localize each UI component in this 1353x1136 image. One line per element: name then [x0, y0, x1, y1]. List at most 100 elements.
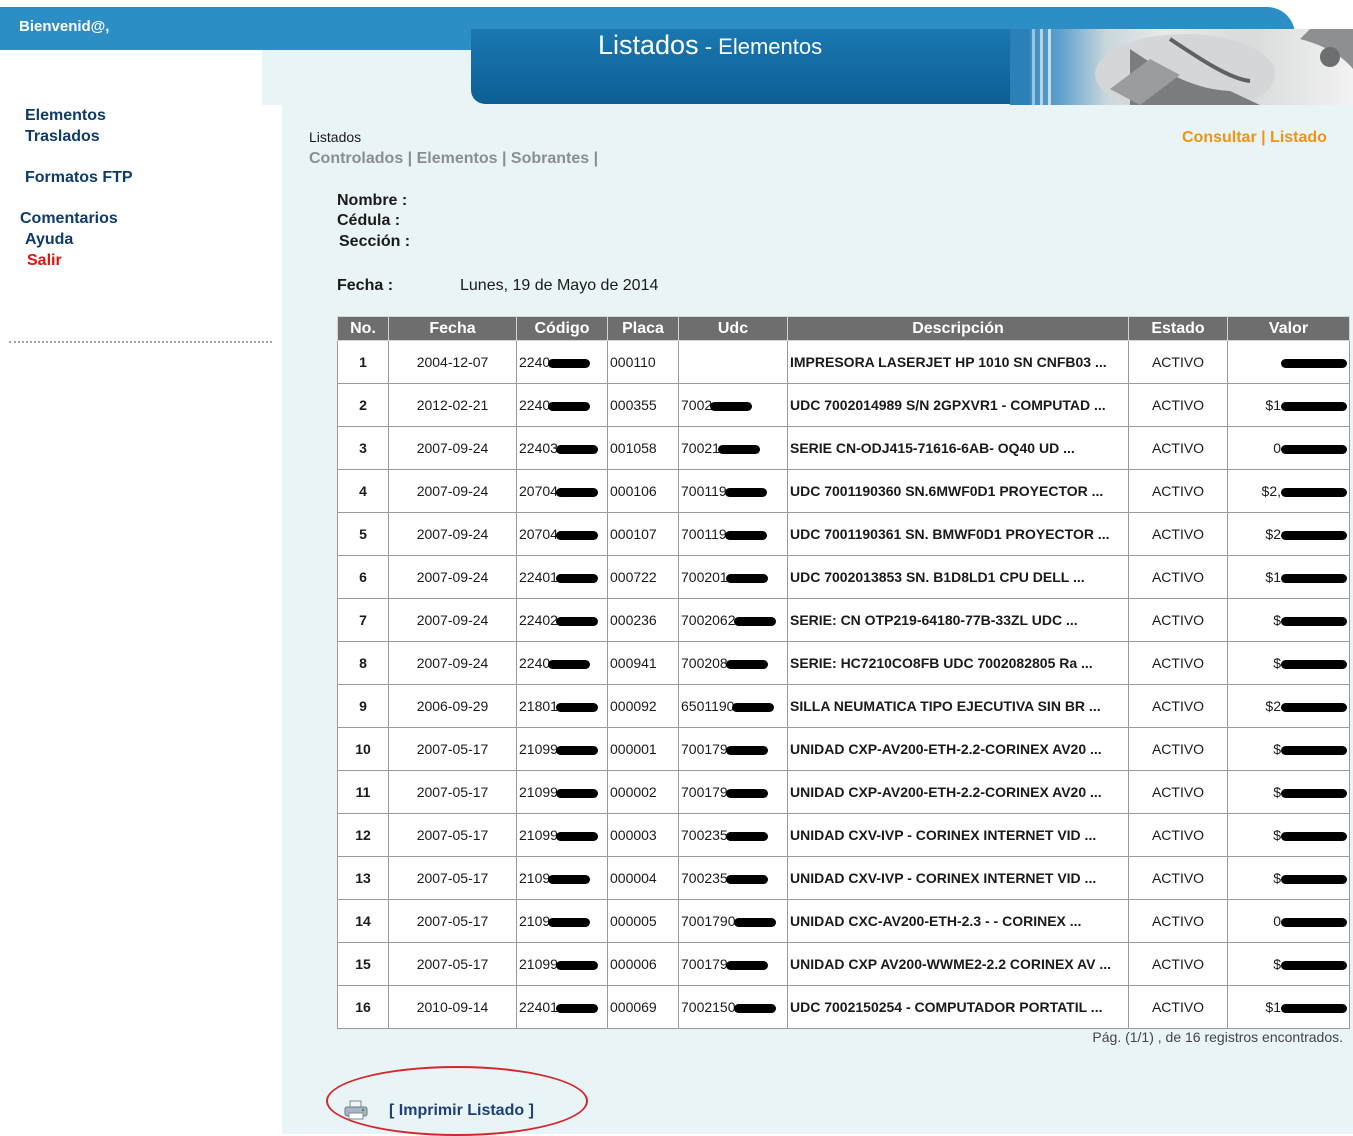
cell-desc: UNIDAD CXP-AV200-ETH-2.2-CORINEX AV20 ..…	[787, 727, 1129, 771]
cell-no[interactable]: 13	[337, 856, 389, 900]
cell-valor: $	[1227, 727, 1350, 771]
cell-codigo: 22403	[516, 426, 608, 470]
nav-link-controlados[interactable]: Controlados	[309, 150, 403, 167]
cell-udc-text: 700179	[681, 741, 728, 757]
cell-no-text: 2	[359, 397, 367, 413]
header-photo-art	[1010, 29, 1353, 105]
cell-fecha-text: 2010-09-14	[416, 999, 489, 1015]
redaction-mark	[548, 917, 591, 927]
cell-fecha-text: 2006-09-29	[416, 698, 489, 714]
cell-no[interactable]: 9	[337, 684, 389, 728]
consultar-link[interactable]: Consultar	[1182, 129, 1257, 146]
cell-no[interactable]: 7	[337, 598, 389, 642]
column-header-placa[interactable]: Placa	[607, 316, 679, 341]
cell-placa: 000001	[607, 727, 679, 771]
cell-estado: ACTIVO	[1128, 727, 1228, 771]
cell-valor: $1	[1227, 383, 1350, 427]
nombre-label: Nombre :	[337, 192, 408, 209]
cell-desc-text: UNIDAD CXC-AV200-ETH-2.3 - - CORINEX ...	[790, 913, 1082, 929]
redaction-mark	[725, 659, 768, 669]
cell-placa-text: 000106	[610, 483, 657, 499]
cell-no[interactable]: 14	[337, 899, 389, 943]
sidebar-item-elementos[interactable]: Elementos	[25, 107, 106, 125]
cell-placa-text: 000092	[610, 698, 657, 714]
cell-udc-text: 70021	[681, 440, 720, 456]
cell-estado-text: ACTIVO	[1151, 999, 1205, 1015]
cell-no[interactable]: 5	[337, 512, 389, 556]
cell-placa: 000355	[607, 383, 679, 427]
cell-no[interactable]: 10	[337, 727, 389, 771]
cell-codigo: 22401	[516, 985, 608, 1029]
redaction-mark	[1281, 573, 1347, 583]
column-header-codigo[interactable]: Código	[516, 316, 608, 341]
redaction-mark	[725, 831, 768, 841]
column-header-no[interactable]: No.	[337, 316, 389, 341]
action-separator: |	[1256, 129, 1271, 146]
cell-estado-text: ACTIVO	[1151, 569, 1205, 585]
cell-valor-text: $1	[1265, 999, 1281, 1015]
print-list-link[interactable]: [ Imprimir Listado ]	[389, 1102, 534, 1120]
column-header-udc[interactable]: Udc	[678, 316, 788, 341]
cell-desc-text: UDC 7002014989 S/N 2GPXVR1 - COMPUTAD ..…	[790, 397, 1106, 413]
listado-link[interactable]: Listado	[1270, 129, 1327, 146]
cell-fecha-text: 2007-09-24	[416, 483, 489, 499]
redaction-mark	[724, 530, 767, 540]
cell-desc: UNIDAD CXP AV200-WWME2-2.2 CORINEX AV ..…	[787, 942, 1129, 986]
cell-valor: $	[1227, 813, 1350, 857]
cell-codigo-text: 21099	[519, 827, 558, 843]
nav-link-elementos[interactable]: Elementos	[417, 150, 498, 167]
table-row: 1 2004-12-07 2240 000110 IMPRESORA LASERJET …	[337, 340, 1350, 384]
sidebar-item-traslados[interactable]: Traslados	[25, 128, 100, 146]
cell-no[interactable]: 12	[337, 813, 389, 857]
redaction-mark	[1281, 616, 1347, 626]
cell-no[interactable]: 3	[337, 426, 389, 470]
cell-desc-text: UNIDAD CXV-IVP - CORINEX INTERNET VID ..…	[790, 870, 1097, 886]
cell-desc-text: UDC 7002150254 - COMPUTADOR PORTATIL ...	[790, 999, 1103, 1015]
cell-estado-text: ACTIVO	[1151, 784, 1205, 800]
cell-codigo: 2109	[516, 856, 608, 900]
cell-no[interactable]: 2	[337, 383, 389, 427]
column-header-valor[interactable]: Valor	[1227, 316, 1350, 341]
cell-codigo-text: 21099	[519, 956, 558, 972]
cell-valor-text: $1	[1265, 569, 1281, 585]
cell-valor-text: 0	[1273, 913, 1281, 929]
cell-no-text: 9	[359, 698, 367, 714]
cell-no[interactable]: 8	[337, 641, 389, 685]
cell-no[interactable]: 4	[337, 469, 389, 513]
cell-estado: ACTIVO	[1128, 985, 1228, 1029]
cell-fecha-text: 2007-09-24	[416, 440, 489, 456]
cell-udc: 7002	[678, 383, 788, 427]
cell-no[interactable]: 15	[337, 942, 389, 986]
cell-estado: ACTIVO	[1128, 641, 1228, 685]
redaction-mark	[725, 745, 768, 755]
printer-icon[interactable]	[344, 1100, 368, 1120]
cell-fecha-text: 2007-05-17	[416, 784, 489, 800]
nav-separator: |	[403, 150, 417, 167]
column-header-fecha[interactable]: Fecha	[388, 316, 517, 341]
cell-placa: 000003	[607, 813, 679, 857]
cell-placa: 000941	[607, 641, 679, 685]
cell-desc: UDC 7002014989 S/N 2GPXVR1 - COMPUTAD ..…	[787, 383, 1129, 427]
redaction-mark	[548, 874, 591, 884]
sidebar-item-salir[interactable]: Salir	[27, 252, 62, 270]
cell-estado: ACTIVO	[1128, 942, 1228, 986]
sidebar-item-formatos-ftp[interactable]: Formatos FTP	[25, 169, 133, 187]
cell-udc-text: 700201	[681, 569, 728, 585]
page-title-separator: -	[698, 34, 719, 59]
cell-no-text: 13	[355, 870, 371, 886]
cell-udc: 70021	[678, 426, 788, 470]
actions-bar: Consultar | Listado	[1182, 129, 1327, 147]
cell-udc: 700119	[678, 469, 788, 513]
sidebar-item-ayuda[interactable]: Ayuda	[25, 231, 73, 249]
table-header-row: No. Fecha Código Placa Udc Descripción E…	[337, 316, 1350, 341]
cell-no[interactable]: 6	[337, 555, 389, 599]
cell-no[interactable]: 16	[337, 985, 389, 1029]
column-header-descripcion[interactable]: Descripción	[787, 316, 1129, 341]
nav-link-sobrantes[interactable]: Sobrantes	[511, 150, 589, 167]
redaction-mark	[548, 401, 591, 411]
sidebar-item-comentarios[interactable]: Comentarios	[20, 210, 118, 228]
column-header-estado[interactable]: Estado	[1128, 316, 1228, 341]
cell-no[interactable]: 11	[337, 770, 389, 814]
cell-desc-text: UDC 7001190360 SN.6MWF0D1 PROYECTOR ...	[790, 483, 1104, 499]
cell-no[interactable]: 1	[337, 340, 389, 384]
